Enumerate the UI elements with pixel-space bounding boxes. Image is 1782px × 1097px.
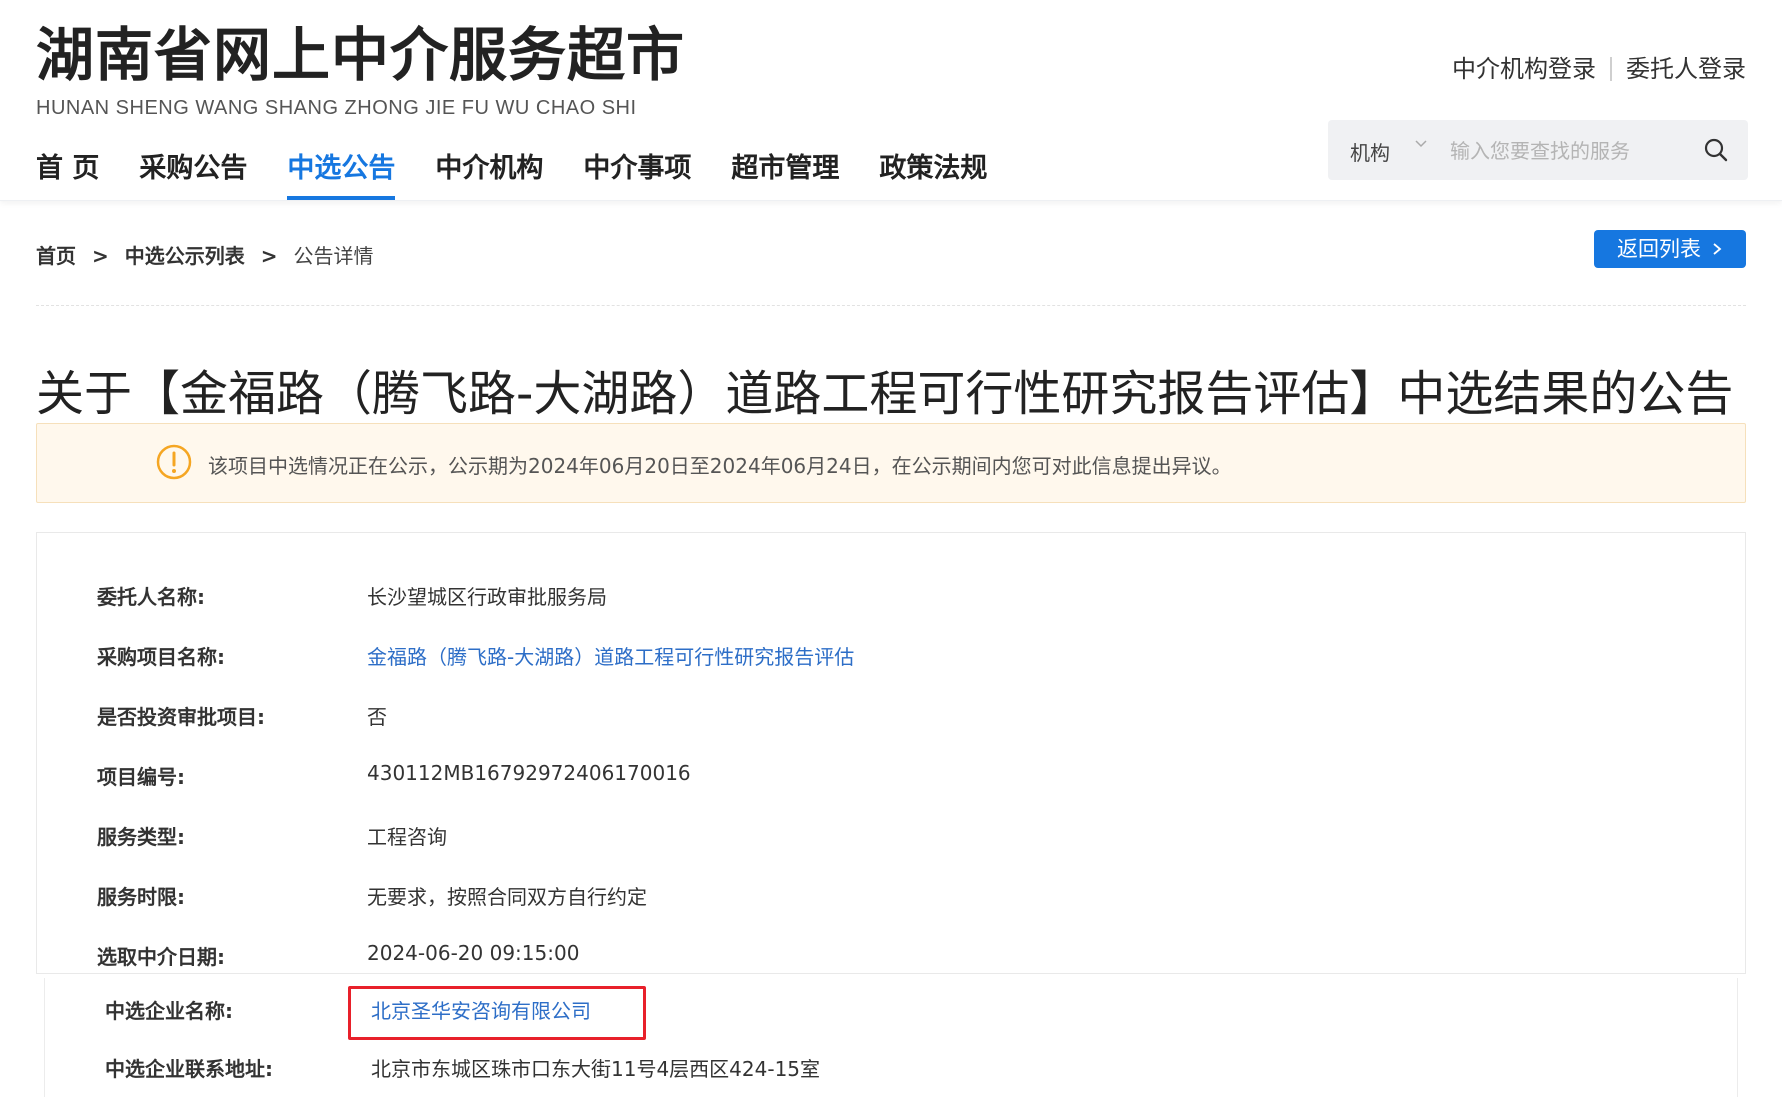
- winner-name-label: 中选企业名称:: [105, 999, 233, 1023]
- main-nav: 首 页采购公告 中选公告 中介机构 中介事项 超市管理 政策法规: [36, 152, 1027, 200]
- nav-market-management[interactable]: 超市管理: [731, 152, 839, 200]
- site-header: 湖南省网上中介服务超市 HUNAN SHENG WANG SHANG ZHONG…: [0, 0, 1782, 201]
- winner-panel: 中选企业名称: 北京圣华安咨询有限公司 中选企业联系地址: 北京市东城区珠市口东…: [44, 978, 1738, 1097]
- back-button-label: 返回列表: [1617, 237, 1701, 261]
- nav-selection-notice[interactable]: 中选公告: [287, 152, 396, 200]
- detail-value: 2024-06-20 09:15:00: [367, 941, 580, 965]
- detail-label: 选取中介日期:: [97, 945, 225, 969]
- search-icon[interactable]: [1702, 136, 1730, 164]
- top-links: 中介机构登录 委托人登录: [1452, 49, 1746, 84]
- breadcrumb-home[interactable]: 首页: [36, 244, 76, 268]
- chevron-down-icon[interactable]: [1413, 135, 1429, 156]
- nav-policies[interactable]: 政策法规: [879, 152, 987, 200]
- client-login-link[interactable]: 委托人登录: [1626, 55, 1746, 83]
- site-subtitle: HUNAN SHENG WANG SHANG ZHONG JIE FU WU C…: [36, 97, 637, 119]
- breadcrumb: 首页 > 中选公示列表 > 公告详情: [36, 240, 374, 269]
- page-title: 关于【金福路（腾飞路-大湖路）道路工程可行性研究报告评估】中选结果的公告: [36, 366, 1734, 422]
- detail-value: 430112MB16792972406170016: [367, 761, 691, 785]
- detail-label: 是否投资审批项目:: [97, 705, 265, 729]
- highlight-box: [348, 986, 646, 1040]
- site-title[interactable]: 湖南省网上中介服务超市: [36, 26, 685, 84]
- nav-agency-matters[interactable]: 中介事项: [583, 152, 691, 200]
- breadcrumb-list[interactable]: 中选公示列表: [125, 244, 245, 268]
- search-input[interactable]: [1448, 134, 1692, 168]
- notice-text: 该项目中选情况正在公示，公示期为2024年06月20日至2024年06月24日，…: [208, 454, 1232, 478]
- detail-label: 委托人名称:: [97, 585, 205, 609]
- chevron-right-icon: [1711, 237, 1723, 261]
- detail-label: 采购项目名称:: [97, 645, 225, 669]
- detail-value: 否: [367, 705, 387, 729]
- breadcrumb-separator: >: [260, 244, 278, 268]
- search-box: 机构: [1328, 120, 1748, 180]
- section-divider: [36, 305, 1746, 306]
- nav-agencies[interactable]: 中介机构: [435, 152, 543, 200]
- detail-label: 服务时限:: [97, 885, 185, 909]
- nav-procurement-notice[interactable]: 采购公告: [139, 152, 247, 200]
- winner-address-value: 北京市东城区珠市口东大街11号4层西区424-15室: [371, 1057, 821, 1081]
- detail-value: 无要求，按照合同双方自行约定: [367, 885, 647, 909]
- breadcrumb-separator: >: [92, 244, 109, 268]
- nav-home[interactable]: 首 页: [36, 152, 99, 200]
- search-category-select[interactable]: 机构: [1350, 137, 1390, 166]
- warning-circle-icon: [155, 443, 193, 481]
- agency-login-link[interactable]: 中介机构登录: [1452, 55, 1596, 83]
- link-divider: [1610, 57, 1612, 81]
- detail-value: 工程咨询: [367, 825, 447, 849]
- detail-value: 长沙望城区行政审批服务局: [367, 585, 607, 609]
- project-name-link[interactable]: 金福路（腾飞路-大湖路）道路工程可行性研究报告评估: [367, 641, 854, 670]
- winner-address-label: 中选企业联系地址:: [105, 1057, 273, 1081]
- info-card: 委托人名称: 长沙望城区行政审批服务局 采购项目名称: 金福路（腾飞路-大湖路）…: [36, 532, 1746, 974]
- notice-banner: 该项目中选情况正在公示，公示期为2024年06月20日至2024年06月24日，…: [36, 423, 1746, 503]
- detail-label: 项目编号:: [97, 765, 185, 789]
- detail-label: 服务类型:: [97, 825, 185, 849]
- breadcrumb-current: 公告详情: [293, 244, 374, 268]
- back-to-list-button[interactable]: 返回列表: [1594, 230, 1746, 268]
